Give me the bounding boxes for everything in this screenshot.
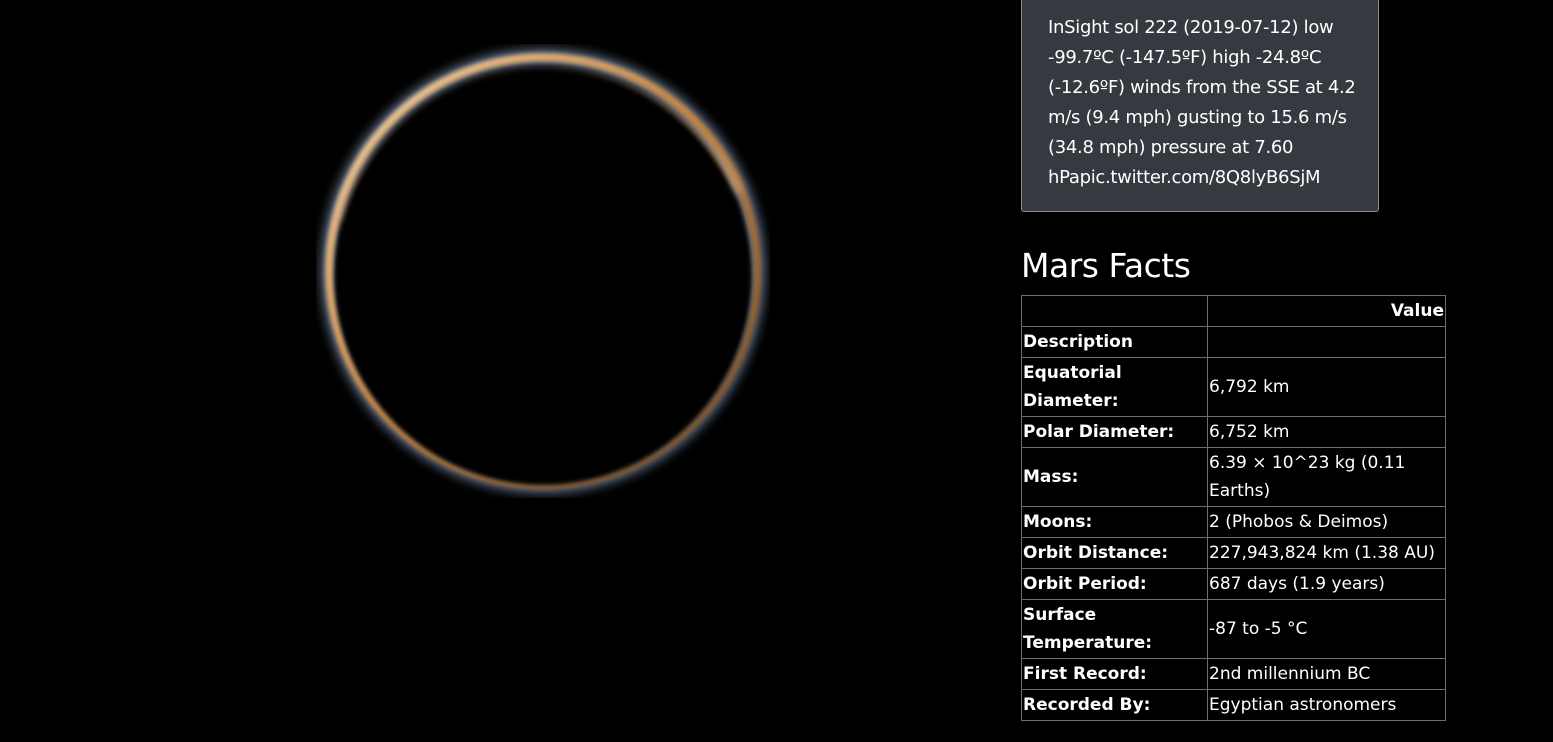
row-value: [1207, 326, 1446, 358]
table-row: Polar Diameter: 6,752 km: [1021, 416, 1446, 448]
table-row: Surface Temperature: -87 to -5 °C: [1021, 599, 1446, 659]
row-value: 2 (Phobos & Deimos): [1207, 506, 1446, 538]
row-value: 2nd millennium BC: [1207, 658, 1446, 690]
table-row: Moons: 2 (Phobos & Deimos): [1021, 506, 1446, 538]
row-label: Polar Diameter:: [1021, 416, 1208, 448]
table-row: Recorded By: Egyptian astronomers: [1021, 689, 1446, 721]
planet-ring-image: [317, 45, 769, 497]
row-value: 6,792 km: [1207, 357, 1446, 417]
table-header-value: Value: [1207, 295, 1446, 327]
mars-weather-text: InSight sol 222 (2019-07-12) low -99.7ºC…: [1048, 17, 1356, 188]
mars-facts-title: Mars Facts: [1021, 246, 1191, 285]
table-row: Equatorial Diameter: 6,792 km: [1021, 357, 1446, 417]
mars-weather-card: InSight sol 222 (2019-07-12) low -99.7ºC…: [1021, 0, 1379, 212]
table-row: Orbit Period: 687 days (1.9 years): [1021, 568, 1446, 600]
row-value: 687 days (1.9 years): [1207, 568, 1446, 600]
row-value: 6,752 km: [1207, 416, 1446, 448]
row-value: 6.39 × 10^23 kg (0.11 Earths): [1207, 447, 1446, 507]
table-row: Mass: 6.39 × 10^23 kg (0.11 Earths): [1021, 447, 1446, 507]
row-label: First Record:: [1021, 658, 1208, 690]
mars-facts-table: Value Description Equatorial Diameter: 6…: [1021, 295, 1446, 721]
table-row: Orbit Distance: 227,943,824 km (1.38 AU): [1021, 537, 1446, 569]
featured-image[interactable]: [316, 44, 770, 498]
row-label: Surface Temperature:: [1021, 599, 1208, 659]
row-label: Equatorial Diameter:: [1021, 357, 1208, 417]
row-label: Moons:: [1021, 506, 1208, 538]
row-value: -87 to -5 °C: [1207, 599, 1446, 659]
page: InSight sol 222 (2019-07-12) low -99.7ºC…: [0, 0, 1553, 742]
table-row: First Record: 2nd millennium BC: [1021, 658, 1446, 690]
table-header-row: Value: [1021, 295, 1446, 327]
row-label: Orbit Distance:: [1021, 537, 1208, 569]
table-header-blank: [1021, 295, 1208, 327]
row-label: Mass:: [1021, 447, 1208, 507]
row-label: Orbit Period:: [1021, 568, 1208, 600]
row-value: 227,943,824 km (1.38 AU): [1207, 537, 1446, 569]
table-row: Description: [1021, 326, 1446, 358]
row-label: Recorded By:: [1021, 689, 1208, 721]
row-value: Egyptian astronomers: [1207, 689, 1446, 721]
row-label: Description: [1021, 326, 1208, 358]
